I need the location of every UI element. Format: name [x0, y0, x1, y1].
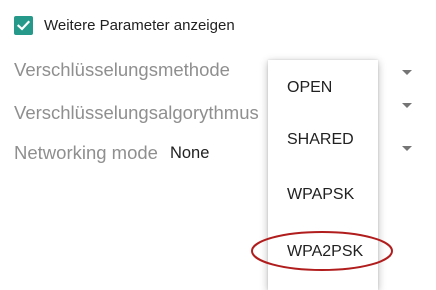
menu-option-wpapsk[interactable]: WPAPSK: [287, 186, 354, 204]
show-more-params-checkbox[interactable]: [14, 15, 33, 35]
dropdown-arrow-icon[interactable]: [402, 103, 412, 108]
encryption-method-label: Verschlüsselungsmethode: [14, 59, 230, 80]
encryption-algorithm-label: Verschlüsselungsalgorythmus: [14, 102, 259, 123]
networking-mode-field[interactable]: Networking mode None: [14, 140, 209, 166]
dropdown-arrow-icon[interactable]: [402, 70, 412, 75]
encryption-algorithm-field[interactable]: Verschlüsselungsalgorythmus: [14, 100, 259, 126]
menu-option-open[interactable]: OPEN: [287, 79, 332, 97]
encryption-method-field[interactable]: Verschlüsselungsmethode: [14, 57, 230, 83]
show-more-params-label: Weitere Parameter anzeigen: [44, 16, 235, 34]
show-more-params-row[interactable]: Weitere Parameter anzeigen: [14, 14, 235, 36]
checkmark-icon: [16, 19, 31, 31]
menu-option-wpa2psk[interactable]: WPA2PSK: [287, 243, 363, 261]
dropdown-arrow-icon[interactable]: [402, 146, 412, 151]
menu-option-shared[interactable]: SHARED: [287, 131, 354, 149]
encryption-method-dropdown-menu: OPEN SHARED WPAPSK WPA2PSK: [268, 60, 378, 290]
networking-mode-label: Networking mode: [14, 142, 158, 163]
networking-mode-value: None: [169, 143, 210, 162]
